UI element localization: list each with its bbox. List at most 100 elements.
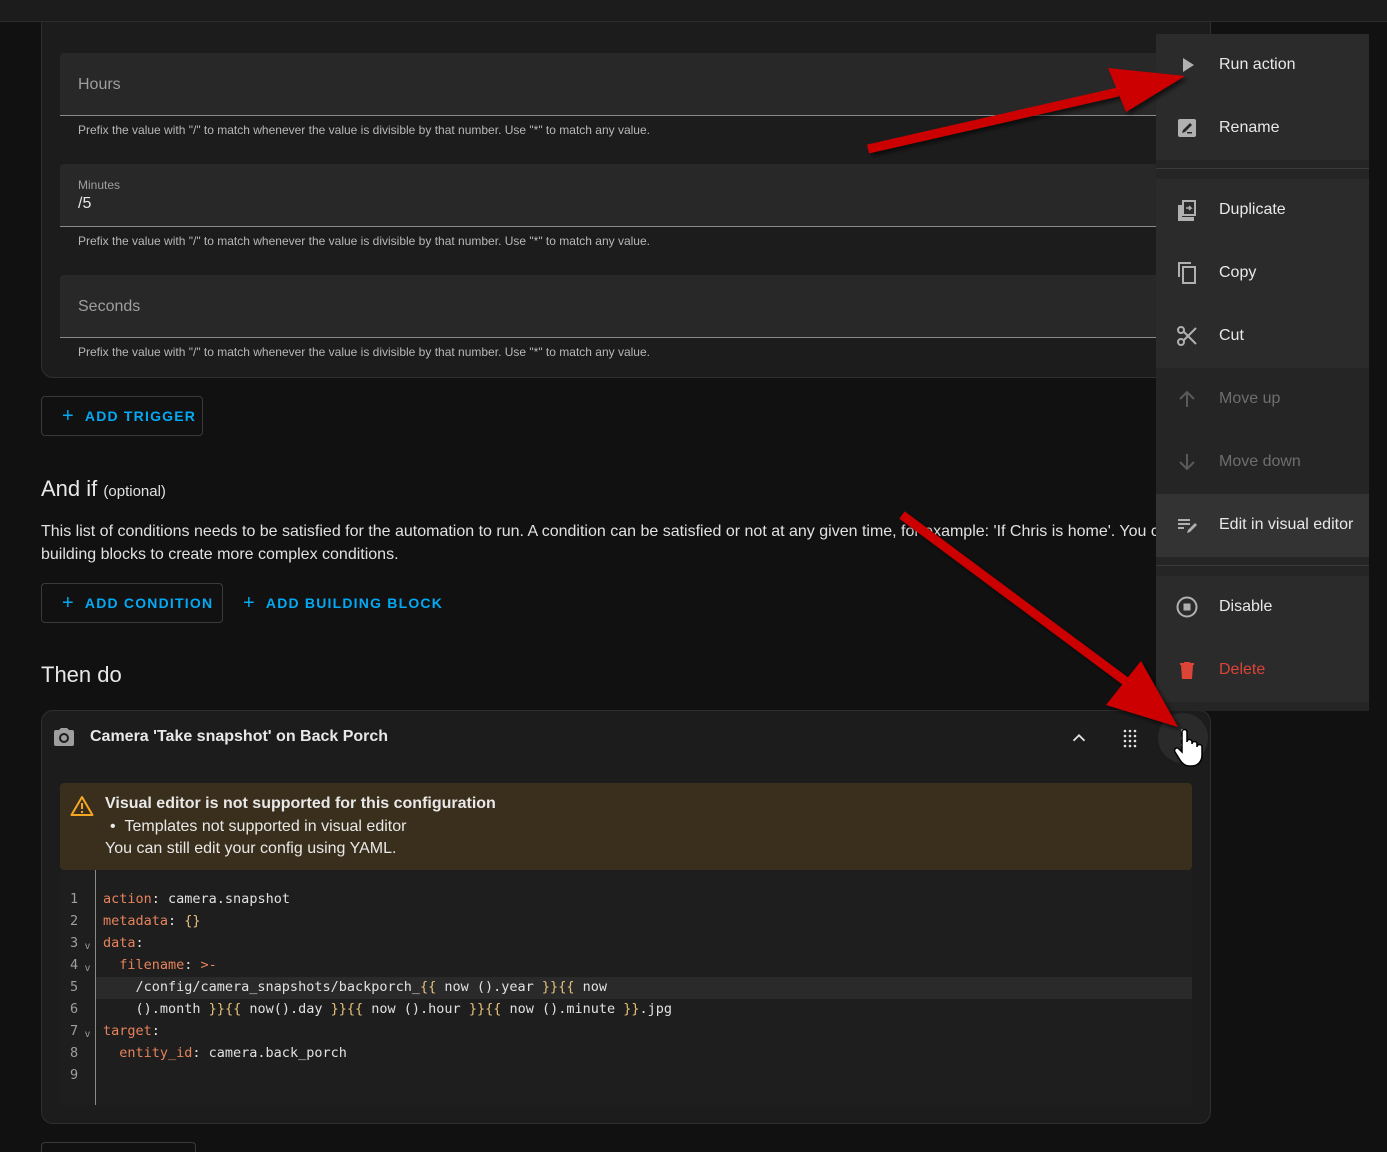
add-building-block-label: ADD BUILDING BLOCK xyxy=(265,595,444,611)
code-line: filename: >- xyxy=(103,957,217,973)
menu-item-label: Disable xyxy=(1219,598,1273,615)
menu-item-rename[interactable]: Rename xyxy=(1156,97,1369,160)
code-value: : xyxy=(135,935,144,951)
code-line: target: xyxy=(103,1023,160,1039)
seconds-placeholder: Seconds xyxy=(78,298,141,315)
plus-icon: + xyxy=(243,591,256,614)
code-value: : xyxy=(151,1023,160,1039)
menu-item-copy[interactable]: Copy xyxy=(1156,242,1369,305)
menu-item-label: Move down xyxy=(1219,453,1301,470)
camera-icon xyxy=(54,728,74,746)
edit-visual-icon xyxy=(1178,519,1197,533)
plus-icon: + xyxy=(62,404,75,427)
add-building-block-button[interactable]: + ADD BUILDING BLOCK xyxy=(243,583,443,623)
add-condition-button[interactable]: + ADD CONDITION xyxy=(41,583,223,623)
menu-item-label: Rename xyxy=(1219,119,1280,136)
menu-item-delete[interactable]: Delete xyxy=(1156,639,1369,702)
warning-bullet: • Templates not supported in visual edit… xyxy=(110,818,407,835)
menu-item-disable[interactable]: Disable xyxy=(1156,576,1369,639)
code-line: data: xyxy=(103,935,144,951)
code-line-number: 6 xyxy=(70,1001,79,1017)
menu-item-move-up[interactable]: Move up xyxy=(1156,368,1369,431)
add-trigger-button[interactable]: + ADD TRIGGER xyxy=(41,396,203,436)
code-key: metadata xyxy=(103,913,169,929)
menu-item-move-down[interactable]: Move down xyxy=(1156,431,1369,494)
menu-divider xyxy=(1156,565,1369,566)
code-line-number: 4 xyxy=(70,957,79,973)
code-value: /config/camera_snapshots/backporch_{{ no… xyxy=(103,979,607,995)
fold-chevron-icon[interactable]: v xyxy=(85,941,90,952)
code-key: action xyxy=(103,891,152,907)
code-value: ().month }}{{ now().day }}{{ now ().hour… xyxy=(103,1001,673,1017)
menu-divider xyxy=(1156,168,1369,169)
code-key: target xyxy=(103,1023,152,1039)
menu-item-label: Run action xyxy=(1219,56,1296,73)
duplicate-icon xyxy=(1178,200,1196,221)
fold-chevron-icon[interactable]: v xyxy=(85,1029,90,1040)
minutes-help-text: Prefix the value with "/" to match whene… xyxy=(78,234,650,248)
code-value: : camera.back_porch xyxy=(192,1045,347,1061)
fold-chevron-icon[interactable]: v xyxy=(85,963,90,974)
chevron-up-icon[interactable] xyxy=(1068,727,1090,749)
hours-input[interactable]: Hours xyxy=(60,53,1190,116)
drag-handle-icon[interactable] xyxy=(1118,726,1142,750)
minutes-value: /5 xyxy=(78,195,92,212)
warning-icon xyxy=(70,796,94,816)
conditions-heading-text: And if xyxy=(41,476,98,501)
menu-item-label: Edit in visual editor xyxy=(1219,516,1354,533)
actions-heading: Then do xyxy=(41,662,122,687)
add-condition-label: ADD CONDITION xyxy=(84,595,214,611)
menu-item-run-action[interactable]: Run action xyxy=(1156,34,1369,97)
conditions-description-line2: building blocks to create more complex c… xyxy=(41,546,399,563)
code-line: /config/camera_snapshots/backporch_{{ no… xyxy=(103,979,607,995)
play-icon xyxy=(1183,58,1194,72)
menu-item-label: Duplicate xyxy=(1219,201,1286,218)
conditions-heading: And if (optional) xyxy=(41,476,166,502)
warning-footer: You can still edit your config using YAM… xyxy=(105,840,397,857)
disable-icon xyxy=(1176,596,1198,618)
minutes-label: Minutes xyxy=(78,178,121,192)
code-line-number: 7 xyxy=(70,1023,79,1039)
code-line-number: 3 xyxy=(70,935,79,951)
warning-bullet-text: Templates not supported in visual editor xyxy=(124,818,407,835)
scissors-icon xyxy=(1177,326,1197,346)
plus-icon: + xyxy=(62,591,75,614)
copy-icon xyxy=(1178,262,1196,284)
code-line-number: 1 xyxy=(70,891,79,907)
code-line: metadata: {} xyxy=(103,913,201,929)
overflow-menu-button[interactable] xyxy=(1158,713,1208,763)
code-line-number: 5 xyxy=(70,979,79,995)
menu-item-label: Move up xyxy=(1219,390,1281,407)
menu-item-edit-visual[interactable]: Edit in visual editor xyxy=(1156,494,1369,557)
warning-title: Visual editor is not supported for this … xyxy=(105,795,496,812)
hours-help-text: Prefix the value with "/" to match whene… xyxy=(78,123,650,137)
menu-item-label: Delete xyxy=(1219,661,1266,678)
code-line: action: camera.snapshot xyxy=(103,891,290,907)
action-card-title[interactable]: Camera 'Take snapshot' on Back Porch xyxy=(90,728,388,746)
more-vertical-icon xyxy=(1181,729,1185,747)
conditions-heading-suffix: (optional) xyxy=(103,483,166,500)
menu-item-label: Copy xyxy=(1219,264,1257,281)
code-line-number: 2 xyxy=(70,913,79,929)
code-key: data xyxy=(103,935,136,951)
menu-item-cut[interactable]: Cut xyxy=(1156,305,1369,368)
arrow-down-icon xyxy=(1179,454,1195,471)
minutes-input[interactable]: Minutes /5 xyxy=(60,164,1190,227)
code-value: : camera.snapshot xyxy=(151,891,290,907)
trash-icon xyxy=(1180,662,1194,679)
add-action-button-partial[interactable] xyxy=(41,1142,196,1152)
conditions-description-line1: This list of conditions needs to be sati… xyxy=(41,523,1156,540)
arrow-up-icon xyxy=(1179,390,1195,407)
seconds-input[interactable]: Seconds xyxy=(60,275,1190,338)
add-trigger-label: ADD TRIGGER xyxy=(84,408,197,424)
code-line-number: 8 xyxy=(70,1045,79,1061)
warning-alert: Visual editor is not supported for this … xyxy=(60,783,1192,870)
menu-item-duplicate[interactable]: Duplicate xyxy=(1156,179,1369,242)
code-value: : >- xyxy=(184,957,217,973)
code-key: filename xyxy=(103,957,185,973)
menu-item-label: Cut xyxy=(1219,327,1244,344)
seconds-help-text: Prefix the value with "/" to match whene… xyxy=(78,345,650,359)
gutter-divider xyxy=(95,870,96,1105)
code-line: entity_id: camera.back_porch xyxy=(103,1045,347,1061)
code-line: ().month }}{{ now().day }}{{ now ().hour… xyxy=(103,1001,673,1017)
